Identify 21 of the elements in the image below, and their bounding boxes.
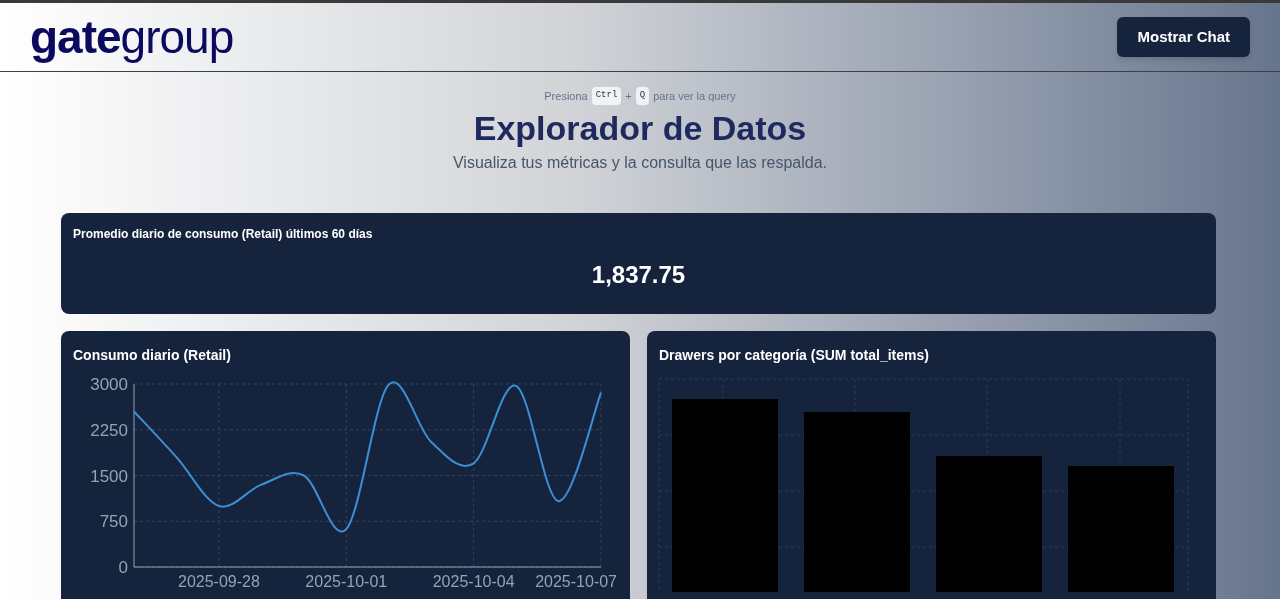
chart-title: Drawers por categoría (SUM total_items) xyxy=(658,346,930,365)
x-tick-label: 2025-10-04 xyxy=(432,573,515,590)
y-tick-label: 0 xyxy=(118,558,128,577)
kpi-value: 1,837.75 xyxy=(590,260,687,290)
page-title: Explorador de Datos xyxy=(473,107,807,149)
key-chip: Q xyxy=(635,87,650,105)
show-chat-button[interactable]: Mostrar Chat xyxy=(1117,17,1250,57)
y-tick-label: 750 xyxy=(99,512,128,532)
x-tick-label: 2025-09-28 xyxy=(178,573,260,590)
plus-sign: + xyxy=(625,88,632,104)
hint-text: para ver la query xyxy=(653,88,736,104)
chart-title: Consumo diario (Retail) xyxy=(72,346,232,365)
y-tick-label: 3000 xyxy=(90,375,128,394)
x-tick-label: 2025-10-01 xyxy=(305,573,388,590)
x-tick-label: 2025-10-07 xyxy=(535,573,617,590)
page-subtitle: Visualiza tus métricas y la consulta que las respalda. xyxy=(452,153,828,173)
y-tick-label: 1500 xyxy=(90,466,128,486)
hint-text: Presiona xyxy=(544,88,588,104)
kpi-label: Promedio diario de consumo (Retail) últimos 60 días xyxy=(73,226,374,243)
key-chip: Ctrl xyxy=(591,87,622,105)
y-tick-label: 2250 xyxy=(90,420,128,440)
